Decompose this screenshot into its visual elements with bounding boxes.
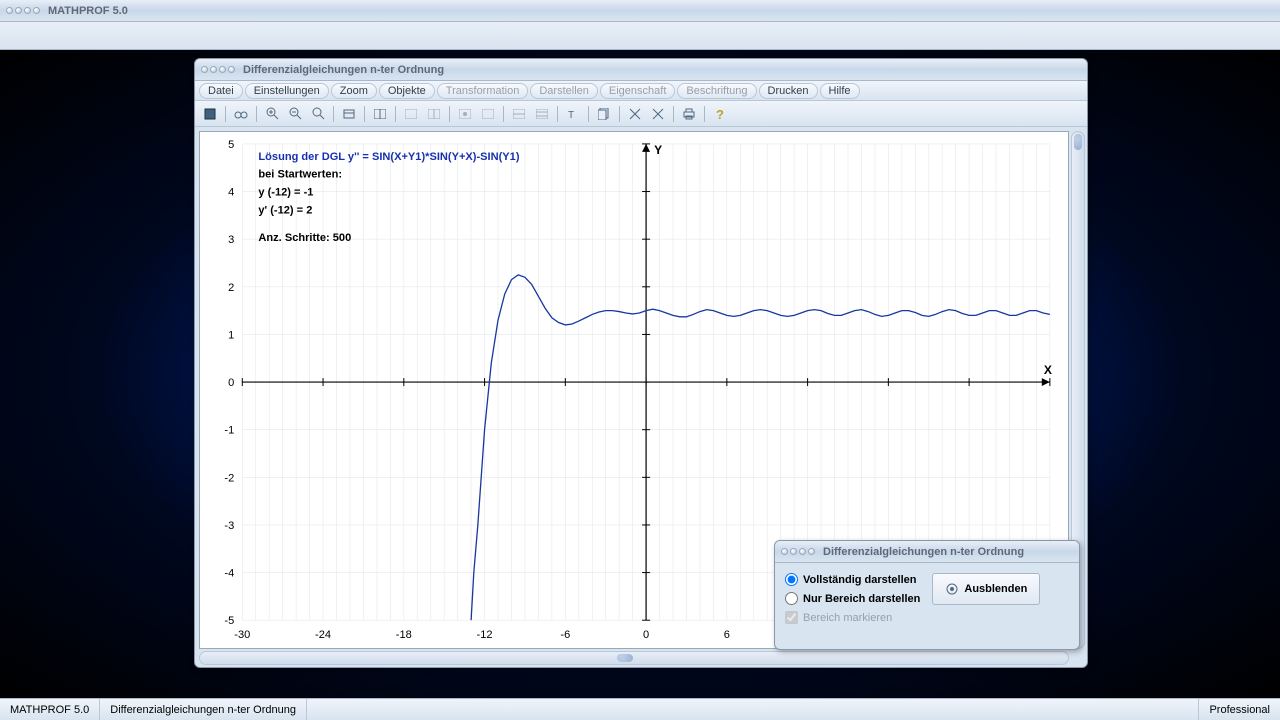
layout1-icon[interactable]	[508, 104, 530, 124]
menu-hilfe[interactable]: Hilfe	[820, 83, 860, 99]
svg-text:-18: -18	[396, 629, 412, 641]
svg-text:Y: Y	[654, 143, 662, 157]
grid3-icon[interactable]	[454, 104, 476, 124]
settings-icon[interactable]	[338, 104, 360, 124]
svg-text:y' (-12) = 2: y' (-12) = 2	[258, 204, 312, 216]
menu-beschriftung: Beschriftung	[677, 83, 756, 99]
menubar: DateiEinstellungenZoomObjekteTransformat…	[195, 81, 1087, 101]
menu-datei[interactable]: Datei	[199, 83, 243, 99]
gear-icon	[945, 582, 959, 596]
svg-text:Anz. Schritte: 500: Anz. Schritte: 500	[258, 232, 351, 244]
svg-text:-1: -1	[224, 425, 234, 437]
svg-text:-30: -30	[234, 629, 250, 641]
svg-text:-24: -24	[315, 629, 331, 641]
menu-darstellen: Darstellen	[530, 83, 598, 99]
main-title-bar: MATHPROF 5.0	[0, 0, 1280, 22]
main-toolbar	[0, 22, 1280, 50]
layout2-icon[interactable]	[531, 104, 553, 124]
zoom-in-icon[interactable]	[261, 104, 283, 124]
status-app-name: MATHPROF 5.0	[0, 699, 100, 720]
svg-text:?: ?	[716, 108, 724, 120]
desktop: Differenzialgleichungen n-ter Ordnung Da…	[0, 50, 1280, 698]
icon-toolbar: T ?	[195, 101, 1087, 127]
svg-text:bei Startwerten:: bei Startwerten:	[258, 169, 342, 181]
grid1-icon[interactable]	[400, 104, 422, 124]
svg-text:T: T	[568, 110, 574, 120]
grid2-icon[interactable]	[423, 104, 445, 124]
svg-text:3: 3	[228, 234, 234, 246]
hide-button[interactable]: Ausblenden	[932, 573, 1040, 605]
zoom-fit-icon[interactable]	[307, 104, 329, 124]
svg-text:5: 5	[228, 139, 234, 151]
svg-text:6: 6	[724, 629, 730, 641]
cross2-icon[interactable]	[647, 104, 669, 124]
svg-text:X: X	[1044, 363, 1052, 377]
status-module-name: Differenzialgleichungen n-ter Ordnung	[100, 699, 307, 720]
svg-text:0: 0	[643, 629, 649, 641]
menu-eigenschaft: Eigenschaft	[600, 83, 675, 99]
svg-text:-5: -5	[224, 615, 234, 627]
svg-text:2: 2	[228, 282, 234, 294]
print-icon[interactable]	[678, 104, 700, 124]
plot-window-title: Differenzialgleichungen n-ter Ordnung	[243, 64, 444, 76]
checkbox-mark-range: Bereich markieren	[785, 611, 920, 624]
plot-scrollbar-horizontal[interactable]	[199, 651, 1069, 665]
svg-text:-4: -4	[224, 568, 234, 580]
menu-einstellungen[interactable]: Einstellungen	[245, 83, 329, 99]
window-icon[interactable]	[369, 104, 391, 124]
menu-transformation: Transformation	[437, 83, 529, 99]
svg-text:-6: -6	[560, 629, 570, 641]
help-icon[interactable]: ?	[709, 104, 731, 124]
menu-zoom[interactable]: Zoom	[331, 83, 377, 99]
plot-window-title-bar[interactable]: Differenzialgleichungen n-ter Ordnung	[195, 59, 1087, 81]
menu-drucken[interactable]: Drucken	[759, 83, 818, 99]
panel-title-bar[interactable]: Differenzialgleichungen n-ter Ordnung	[775, 541, 1079, 563]
text-icon[interactable]: T	[562, 104, 584, 124]
cross1-icon[interactable]	[624, 104, 646, 124]
svg-text:y (-12) = -1: y (-12) = -1	[258, 187, 313, 199]
svg-text:-3: -3	[224, 520, 234, 532]
stop-icon[interactable]	[199, 104, 221, 124]
menu-objekte[interactable]: Objekte	[379, 83, 435, 99]
status-bar: MATHPROF 5.0 Differenzialgleichungen n-t…	[0, 698, 1280, 720]
svg-text:4: 4	[228, 187, 234, 199]
zoom-out-icon[interactable]	[284, 104, 306, 124]
svg-text:Lösung der DGL y'' = SIN(X+Y1): Lösung der DGL y'' = SIN(X+Y1)*SIN(Y+X)-…	[258, 151, 519, 163]
status-edition: Professional	[1198, 699, 1280, 720]
display-options-panel: Differenzialgleichungen n-ter Ordnung Vo…	[774, 540, 1080, 650]
svg-text:-2: -2	[224, 472, 234, 484]
main-title: MATHPROF 5.0	[48, 5, 128, 17]
svg-text:1: 1	[228, 329, 234, 341]
binoculars-icon[interactable]	[230, 104, 252, 124]
radio-range-display[interactable]: Nur Bereich darstellen	[785, 592, 920, 605]
copy-icon[interactable]	[593, 104, 615, 124]
svg-text:0: 0	[228, 377, 234, 389]
radio-full-display[interactable]: Vollständig darstellen	[785, 573, 920, 586]
svg-text:-12: -12	[477, 629, 493, 641]
grid4-icon[interactable]	[477, 104, 499, 124]
panel-title: Differenzialgleichungen n-ter Ordnung	[823, 546, 1024, 558]
